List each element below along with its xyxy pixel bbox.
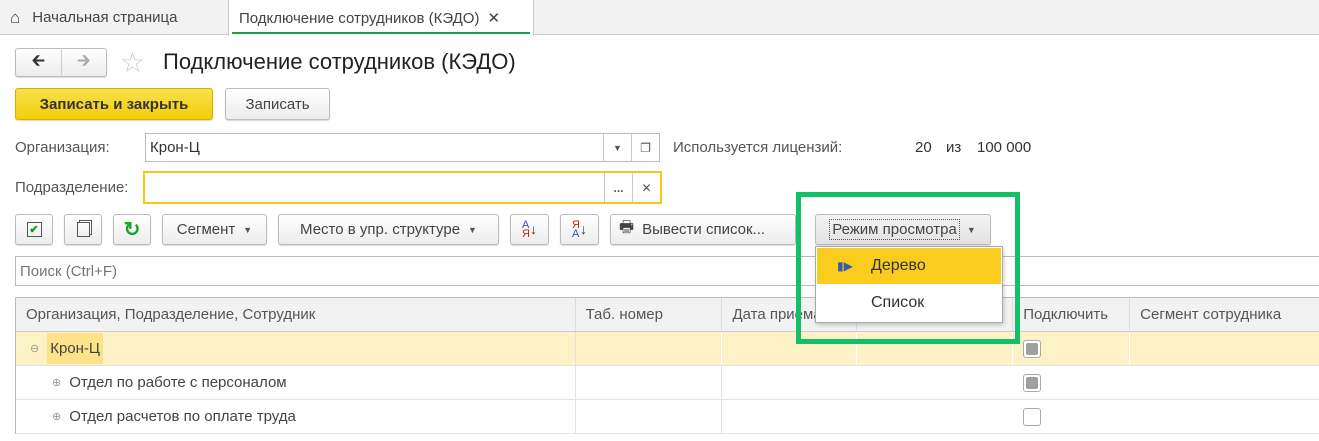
org-value: Крон-Ц [150,139,200,156]
highlight-frame [796,192,1020,344]
table-row[interactable]: ⊕ Отдел по работе с персоналом [16,366,1319,400]
table-row[interactable]: ⊕ Отдел расчетов по оплате труда [16,400,1319,434]
tab-bar: ⌂ Начальная страница Подключение сотрудн… [0,0,1319,36]
check-all-icon: ✔ [26,222,42,237]
table-row[interactable]: ⊖ Крон-Ц [16,332,1319,366]
close-icon[interactable]: ✕ [487,9,500,27]
sort-asc-icon: АЯ [522,218,530,240]
tab-label: Начальная страница [32,9,178,26]
connect-checkbox[interactable] [1023,339,1042,358]
col-connect[interactable]: Подключить [1013,298,1131,331]
forward-button[interactable]: 🡲 [62,48,107,77]
print-list-button[interactable]: 🖶 Вывести список... [610,214,796,245]
select-button[interactable]: ... [604,173,632,202]
segment-label: Сегмент [176,221,236,238]
col-org[interactable]: Организация, Подразделение, Сотрудник [16,298,576,331]
place-button[interactable]: Место в упр. структуре ▼ [278,214,499,245]
table-header: Организация, Подразделение, Сотрудник Та… [16,298,1319,332]
licenses-total: 100 000 [977,139,1032,156]
row-name: Отдел по работе с персоналом [69,374,287,391]
uncheck-all-button[interactable] [64,214,102,245]
page-title: Подключение сотрудников (КЭДО) [163,49,516,74]
employees-table: Организация, Подразделение, Сотрудник Та… [15,297,1319,434]
nav-buttons: 🡰 🡲 [15,48,107,77]
licenses-of: из [946,139,962,156]
tab-home[interactable]: ⌂ Начальная страница [0,0,228,35]
row-name: Крон-Ц [47,333,104,364]
subdivision-field[interactable]: ... ✕ [143,171,662,204]
open-icon[interactable]: ❐ [631,134,659,161]
check-all-button[interactable]: ✔ [15,214,53,245]
clear-icon[interactable]: ✕ [632,173,660,202]
favorite-star-icon[interactable]: ☆ [120,46,145,79]
search-input[interactable] [15,256,1319,286]
col-segment[interactable]: Сегмент сотрудника [1130,298,1319,331]
uncheck-all-icon [76,222,90,237]
home-icon: ⌂ [10,7,21,27]
dropdown-arrow-icon[interactable]: ▼ [603,134,631,161]
connect-checkbox[interactable] [1023,407,1042,426]
tab-kedo[interactable]: Подключение сотрудников (КЭДО) ✕ [228,0,534,36]
expand-icon[interactable]: ⊕ [52,410,61,423]
col-tab-number[interactable]: Таб. номер [576,298,723,331]
org-label: Организация: [15,139,110,156]
caret-down-icon: ▼ [468,224,477,235]
back-button[interactable]: 🡰 [16,48,62,77]
save-button[interactable]: Записать [225,88,330,120]
caret-down-icon: ▼ [243,224,253,235]
place-label: Место в упр. структуре [300,221,461,238]
segment-button[interactable]: Сегмент ▼ [162,214,267,245]
print-label: Вывести список... [642,221,766,238]
subdivision-label: Подразделение: [15,179,129,196]
save-and-close-button[interactable]: Записать и закрыть [15,88,213,120]
row-name: Отдел расчетов по оплате труда [69,408,296,425]
sort-desc-icon: ЯА [572,218,580,240]
collapse-icon[interactable]: ⊖ [30,342,39,355]
refresh-button[interactable]: ↻ [113,214,151,245]
sort-asc-button[interactable]: А Я ↓ [510,214,549,245]
licenses-used: 20 [915,139,932,156]
refresh-icon: ↻ [123,219,141,241]
org-field[interactable]: Крон-Ц ▼ ❐ [145,133,660,162]
tab-label: Подключение сотрудников (КЭДО) [239,9,480,27]
expand-icon[interactable]: ⊕ [52,376,61,389]
connect-checkbox[interactable] [1023,373,1042,392]
sort-desc-button[interactable]: Я А ↓ [560,214,599,245]
licenses-label: Используется лицензий: [673,139,843,156]
printer-icon: 🖶 [619,219,635,236]
